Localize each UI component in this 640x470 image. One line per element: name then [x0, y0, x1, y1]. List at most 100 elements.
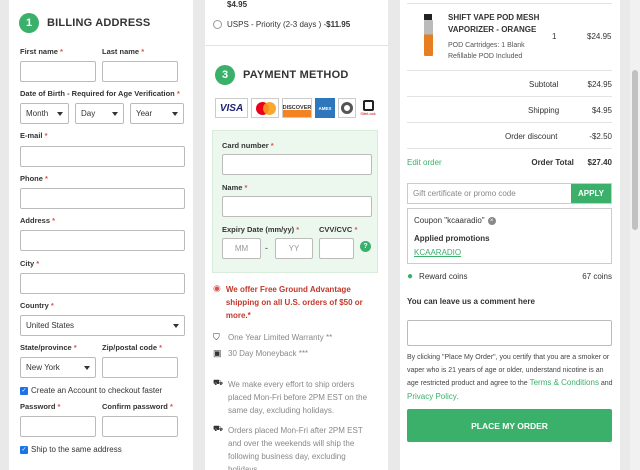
diners-logo-icon — [338, 98, 356, 118]
chevron-down-icon — [112, 112, 118, 116]
discount-row: Order discount -$2.50 — [505, 132, 612, 141]
create-account-label: Create an Account to checkout faster — [31, 386, 163, 395]
radio-button[interactable] — [213, 20, 222, 29]
section-title: BILLING ADDRESS — [47, 17, 151, 29]
page-scrollbar[interactable] — [630, 0, 640, 470]
cvv-label: CVV/CVC * — [319, 225, 358, 234]
divider — [205, 45, 388, 46]
cvv-input[interactable] — [319, 238, 354, 259]
create-account-checkbox-row[interactable]: ✓ Create an Account to checkout faster — [20, 386, 162, 395]
city-field[interactable] — [20, 273, 185, 294]
divider — [407, 3, 612, 4]
promo-code-form: Gift certificate or promo code APPLY — [407, 183, 612, 204]
chevron-down-icon — [57, 112, 63, 116]
privacy-link[interactable]: Privacy Policy — [407, 392, 457, 401]
checkbox-checked-icon[interactable]: ✓ — [20, 445, 28, 454]
calendar-icon: ▣ — [213, 348, 222, 358]
applied-code-link[interactable]: KCAARADIO — [414, 248, 461, 257]
coins-icon: ● — [407, 271, 414, 282]
card-logos: VISA DISCOVER AMEX SiteLock — [215, 98, 377, 118]
checkout-page: 1 BILLING ADDRESS First name * Last name… — [0, 0, 640, 470]
last-name-input[interactable] — [102, 61, 178, 82]
reward-coins-row: ● Reward coins 67 coins — [407, 271, 612, 282]
terms-link[interactable]: Terms & Conditions — [530, 378, 599, 387]
card-number-input[interactable] — [222, 154, 372, 175]
last-name-label: Last name * — [102, 47, 145, 56]
country-label: Country * — [20, 301, 54, 310]
name-label: Name * — [222, 183, 248, 192]
divider — [407, 96, 612, 97]
expiry-year-input[interactable]: YY — [275, 238, 313, 259]
close-icon[interactable]: × — [487, 216, 496, 225]
password-label: Password * — [20, 402, 61, 411]
phone-label: Phone * — [20, 174, 48, 183]
dob-day-select[interactable]: Day — [75, 103, 124, 124]
applied-promotions-title: Applied promotions — [414, 234, 490, 243]
help-icon[interactable]: ? — [360, 241, 371, 252]
chevron-down-icon — [173, 324, 179, 328]
email-field[interactable] — [20, 146, 185, 167]
billing-header: 1 BILLING ADDRESS — [19, 8, 150, 38]
confirm-password-label: Confirm password * — [102, 402, 173, 411]
promo-code-input[interactable]: Gift certificate or promo code — [408, 184, 571, 203]
free-shipping-notice: ◉ We offer Free Ground Advantage shippin… — [213, 283, 363, 320]
first-name-input[interactable] — [20, 61, 96, 82]
ship-notice-1: ⛟ We make every effort to ship orders pl… — [213, 378, 368, 415]
total-row: Edit order Order Total $27.40 — [407, 158, 612, 167]
zip-input[interactable] — [102, 357, 178, 378]
mastercard-logo-icon — [251, 98, 279, 118]
section-title: PAYMENT METHOD — [243, 69, 349, 81]
city-label: City * — [20, 259, 40, 268]
divider — [407, 148, 612, 149]
moneyback-notice: ▣ 30 Day Moneyback *** — [213, 348, 309, 358]
visa-logo-icon: VISA — [215, 98, 248, 118]
step-number-badge: 1 — [19, 13, 39, 33]
truck-icon: ⛟ — [213, 424, 224, 433]
warranty-notice: ⛉ One Year Limited Warranty ** — [213, 332, 333, 342]
ship-same-label: Ship to the same address — [31, 445, 122, 454]
shipping-row: Shipping $4.95 — [528, 106, 612, 115]
email-label: E-mail * — [20, 131, 48, 140]
order-summary-section: SHIFT VAPE POD MESH VAPORIZER - ORANGE P… — [400, 0, 620, 470]
eye-icon: ◉ — [213, 283, 221, 293]
edit-order-link[interactable]: Edit order — [407, 158, 442, 167]
usps-price: $11.95 — [326, 20, 351, 29]
amex-logo-icon: AMEX — [315, 98, 335, 118]
chevron-down-icon — [172, 112, 178, 116]
first-name-label: First name * — [20, 47, 63, 56]
scrollbar-thumb[interactable] — [632, 70, 638, 230]
truck-icon: ⛟ — [213, 378, 224, 387]
coupon-tag: Coupon "kcaaradio" × — [414, 216, 496, 225]
card-number-label: Card number * — [222, 141, 274, 150]
expiry-label: Expiry Date (mm/yy) * — [222, 225, 300, 234]
place-order-button[interactable]: PLACE MY ORDER — [407, 409, 612, 442]
step-number-badge: 3 — [215, 65, 235, 85]
ship-same-checkbox-row[interactable]: ✓ Ship to the same address — [20, 445, 122, 454]
chevron-down-icon — [84, 366, 90, 370]
country-select[interactable]: United States — [20, 315, 185, 336]
product-price: $24.95 — [587, 32, 612, 41]
billing-address-section: 1 BILLING ADDRESS First name * Last name… — [9, 0, 193, 470]
product-qty: 1 — [552, 32, 557, 41]
address-field[interactable] — [20, 230, 185, 251]
product-name: SHIFT VAPE POD MESH VAPORIZER - ORANGE — [448, 13, 540, 34]
dob-month-select[interactable]: Month — [20, 103, 69, 124]
cardholder-name-input[interactable] — [222, 196, 372, 217]
expiry-separator: - — [265, 243, 268, 253]
apply-button[interactable]: APPLY — [571, 184, 611, 203]
ship-notice-2: ⛟ Orders placed Mon-Fri after 2PM EST an… — [213, 424, 381, 470]
password-input[interactable] — [20, 416, 96, 437]
comment-label: You can leave us a comment here — [407, 297, 535, 306]
state-select[interactable]: New York — [20, 357, 96, 378]
expiry-month-input[interactable]: MM — [222, 238, 261, 259]
comment-textarea[interactable] — [407, 320, 612, 346]
checkbox-checked-icon[interactable]: ✓ — [20, 386, 28, 395]
product-thumbnail — [422, 14, 434, 58]
shipping-option-usps[interactable]: USPS - Priority (2-3 days ) - $11.95 — [213, 20, 350, 29]
order-disclaimer: By clicking "Place My Order", you certif… — [407, 354, 613, 401]
phone-field[interactable] — [20, 188, 185, 209]
state-label: State/province * — [20, 343, 77, 352]
confirm-password-input[interactable] — [102, 416, 178, 437]
subtotal-row: Subtotal $24.95 — [529, 80, 612, 89]
dob-year-select[interactable]: Year — [130, 103, 184, 124]
